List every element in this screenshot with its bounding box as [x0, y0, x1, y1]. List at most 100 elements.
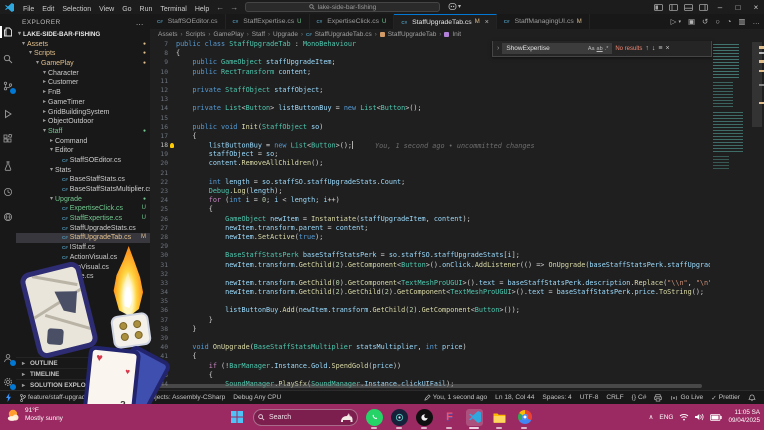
notifications-button[interactable]	[744, 394, 760, 402]
code-line-30[interactable]: 30 BaseStaffStatsPerk baseStaffStatsPerk…	[150, 251, 764, 260]
encoding-status[interactable]: UTF-8	[576, 394, 603, 401]
breadcrumb-item[interactable]: Scripts	[186, 31, 206, 38]
nav-back-icon[interactable]: ←	[213, 3, 227, 12]
tree-item-Customer[interactable]: ▸Customer	[16, 78, 150, 88]
breadcrumb-item[interactable]: GamePlay	[213, 31, 243, 38]
minimap[interactable]	[710, 40, 764, 390]
app-icon-1[interactable]	[391, 409, 408, 426]
tab-ExpertiseClick.cs[interactable]: C#ExpertiseClick.csU	[310, 14, 395, 29]
timeline-icon[interactable]: ◔	[727, 17, 732, 26]
code-line-10[interactable]: 10 public RectTransform content;	[150, 68, 764, 77]
nav-forward-icon[interactable]: →	[227, 3, 241, 12]
menu-edit[interactable]: Edit	[38, 6, 58, 13]
toggle-replace-icon[interactable]: ›	[497, 45, 499, 52]
tree-item-GridBuildingSystem[interactable]: ▸GridBuildingSystem	[16, 108, 150, 118]
wifi-icon[interactable]	[679, 413, 689, 421]
tree-item-GamePlay[interactable]: ▾GamePlay●	[16, 59, 150, 69]
horizontal-scrollbar[interactable]	[154, 384, 702, 388]
menu-run[interactable]: Run	[136, 6, 157, 13]
copilot-button[interactable]: ▾	[448, 2, 461, 11]
code-line-41[interactable]: 41 {	[150, 352, 764, 361]
cursor-position-status[interactable]: Ln 18, Col 44	[491, 394, 538, 401]
eol-status[interactable]: CRLF	[602, 394, 627, 401]
tree-item-StaffUpgradeTab.cs[interactable]: C#StaffUpgradeTab.csM	[16, 233, 150, 243]
tree-item-StaffExpertise.cs[interactable]: C#StaffExpertise.csU	[16, 214, 150, 224]
blame-status[interactable]: You, 1 second ago	[420, 394, 491, 401]
settings-gear-icon[interactable]	[2, 376, 14, 388]
language-status[interactable]: {} C#	[628, 394, 651, 401]
indentation-status[interactable]: Spaces: 4	[538, 394, 575, 401]
find-in-selection-icon[interactable]: ≡	[658, 45, 662, 52]
code-line-17[interactable]: 17 {	[150, 132, 764, 141]
menu-file[interactable]: File	[19, 6, 38, 13]
breadcrumb-item[interactable]: Assets	[158, 31, 178, 38]
breadcrumb-item[interactable]: StaffUpgradeTab.cs	[315, 31, 372, 38]
tree-item-Command[interactable]: ▸Command	[16, 137, 150, 147]
code-line-35[interactable]: 35	[150, 297, 764, 306]
code-line-23[interactable]: 23 Debug.Log(length);	[150, 187, 764, 196]
accounts-icon[interactable]	[2, 352, 14, 364]
run-dropdown-icon[interactable]: ▾	[678, 19, 681, 25]
history-icon[interactable]	[2, 186, 14, 198]
menu-terminal[interactable]: Terminal	[156, 6, 190, 13]
toggle-panel-layout-icon[interactable]	[654, 4, 663, 11]
tree-item-StaffUpgradeStats.cs[interactable]: C#StaffUpgradeStats.cs	[16, 224, 150, 234]
source-control-icon[interactable]	[2, 80, 14, 92]
code-line-42[interactable]: 42 if (!BarManager.Instance.Gold.SpendGo…	[150, 362, 764, 371]
code-line-22[interactable]: 22 int length = so.staffSO.staffUpgradeS…	[150, 178, 764, 187]
menu-selection[interactable]: Selection	[58, 6, 95, 13]
menu-view[interactable]: View	[95, 6, 118, 13]
command-center-search[interactable]: lake-side-bar-fishing	[245, 2, 440, 12]
extensions-icon[interactable]	[2, 133, 14, 145]
tree-item-GameTimer[interactable]: ▸GameTimer	[16, 98, 150, 108]
code-line-34[interactable]: 34 newItem.transform.GetChild(2).GetChil…	[150, 288, 764, 297]
tree-item-BaseStaffStatsMultiplier.cs[interactable]: C#BaseStaffStatsMultiplier.cs	[16, 185, 150, 195]
tree-item-Staff[interactable]: ▾Staff●	[16, 127, 150, 137]
search-icon[interactable]	[2, 53, 14, 65]
start-button[interactable]	[228, 409, 245, 426]
find-previous-icon[interactable]: ↑	[645, 45, 649, 52]
toggle-bottom-panel-icon[interactable]	[684, 4, 693, 11]
tree-root[interactable]: ▾ LAKE-SIDE-BAR-FISHING	[16, 30, 150, 40]
taskbar-search-box[interactable]: Search	[253, 409, 358, 426]
code-line-36[interactable]: 36 listButtonBuy.Add(newItem.transform.G…	[150, 306, 764, 315]
tree-item-Character[interactable]: ▾Character	[16, 69, 150, 79]
run-button[interactable]: ▷	[671, 17, 677, 26]
code-line-26[interactable]: 26 GameObject newItem = Instantiate(staf…	[150, 215, 764, 224]
remote-indicator[interactable]	[0, 393, 16, 402]
maximize-button[interactable]: □	[732, 3, 744, 12]
code-line-31[interactable]: 31 newItem.transform.GetChild(2).GetComp…	[150, 261, 764, 270]
find-query[interactable]: ShowExpertise	[506, 45, 585, 52]
code-line-21[interactable]: 21	[150, 169, 764, 178]
printer-status[interactable]	[650, 394, 666, 402]
code-line-25[interactable]: 25 {	[150, 205, 764, 214]
testing-icon[interactable]	[2, 160, 14, 172]
chrome-icon[interactable]	[516, 409, 533, 426]
open-changes-icon[interactable]: ▣	[688, 17, 695, 26]
taskbar-weather-widget[interactable]: 91°FMostly sunny	[6, 407, 63, 423]
whatsapp-icon[interactable]	[366, 409, 383, 426]
code-line-11[interactable]: 11	[150, 77, 764, 86]
tree-item-Assets[interactable]: ▾Assets●	[16, 40, 150, 50]
code-line-37[interactable]: 37 }	[150, 316, 764, 325]
discard-icon[interactable]: ↺	[702, 17, 708, 26]
tree-item-Upgrade[interactable]: ▾Upgrade●	[16, 195, 150, 205]
toggle-secondary-sidebar-icon[interactable]	[699, 4, 708, 11]
tab-StaffUpgradeTab.cs[interactable]: C#StaffUpgradeTab.csM×	[394, 14, 496, 29]
code-line-29[interactable]: 29	[150, 242, 764, 251]
tree-item-BaseStaffStats.cs[interactable]: C#BaseStaffStats.cs	[16, 175, 150, 185]
close-find-icon[interactable]: ×	[665, 45, 669, 52]
tree-item-Scripts[interactable]: ▾Scripts●	[16, 49, 150, 59]
more-actions-icon[interactable]: …	[753, 17, 761, 26]
code-line-16[interactable]: 16 public void Init(StaffObject so)	[150, 123, 764, 132]
code-line-24[interactable]: 24 for (int i = 0; i < length; i++)	[150, 196, 764, 205]
whole-word-icon[interactable]: ab	[597, 46, 603, 52]
tree-item-ExpertiseClick.cs[interactable]: C#ExpertiseClick.csU	[16, 204, 150, 214]
circle-icon[interactable]: ○	[715, 17, 720, 26]
app-icon-f[interactable]: F	[441, 409, 458, 426]
find-next-icon[interactable]: ↓	[652, 45, 656, 52]
regex-icon[interactable]: .*	[605, 46, 609, 52]
code-line-39[interactable]: 39	[150, 334, 764, 343]
breadcrumb-item[interactable]: Upgrade	[273, 31, 298, 38]
breadcrumb-item[interactable]: Staff	[252, 31, 265, 38]
